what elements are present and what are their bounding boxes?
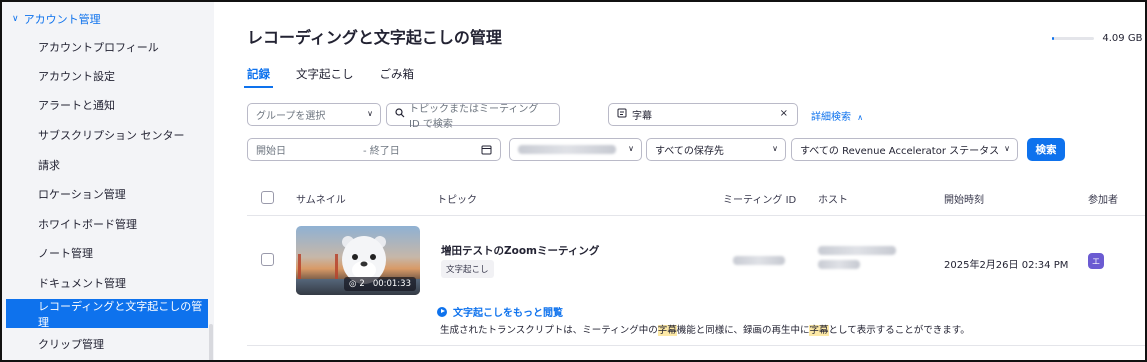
storage-select-value: すべての保存先: [655, 146, 724, 157]
sidebar-item-alerts[interactable]: アラートと通知: [2, 90, 208, 119]
group-select-value: グループを選択: [256, 111, 326, 122]
transcript-snippet: 生成されたトランスクリプトは、ミーティング中の字幕機能と同様に、録画の再生中に字…: [440, 322, 970, 336]
keyword-value: 字幕: [632, 111, 652, 122]
host-email-redacted: [818, 246, 896, 255]
column-header-thumbnail: サムネイル: [296, 195, 346, 206]
ra-status-value: すべての Revenue Accelerator ステータス: [800, 146, 1000, 157]
sidebar-item-document-management[interactable]: ドキュメント管理: [2, 268, 208, 297]
host-select-value-redacted: [518, 145, 616, 154]
column-header-topic: トピック: [437, 195, 477, 206]
date-range-input[interactable]: 開始日 - 終了日: [247, 138, 501, 161]
storage-bar: [1052, 37, 1095, 40]
storage-bar-fill: [1052, 37, 1055, 40]
storage-label: 4.09 GB /: [1102, 33, 1147, 44]
column-header-host: ホスト: [818, 195, 848, 206]
host-email-redacted-line2: [818, 260, 860, 269]
view-count: 2: [359, 279, 365, 289]
row-checkbox[interactable]: [261, 253, 274, 266]
group-select[interactable]: グループを選択 ∨: [247, 103, 381, 126]
table-header: サムネイル トピック ミーティング ID ホスト 開始時刻 参加者: [247, 178, 1145, 216]
app-frame: ∨ アカウント管理 アカウントプロフィール アカウント設定 アラートと通知 サブ…: [0, 0, 1147, 362]
sidebar-item-notes-management[interactable]: ノート管理: [2, 238, 208, 267]
keyword-input[interactable]: 字幕 ×: [608, 103, 798, 126]
start-time: 2025年2月26日 02:34 PM: [944, 260, 1069, 271]
page-title: レコーディングと文字起こしの管理: [247, 28, 502, 47]
chevron-down-icon: ∨: [1004, 144, 1010, 153]
sidebar: ∨ アカウント管理 アカウントプロフィール アカウント設定 アラートと通知 サブ…: [2, 2, 214, 360]
sidebar-item-recordings-transcripts[interactable]: レコーディングと文字起こしの管理: [6, 299, 208, 329]
search-icon: [395, 108, 405, 121]
sidebar-item-label: ホワイトボード管理: [38, 217, 137, 231]
sidebar-scrollbar[interactable]: [209, 324, 213, 360]
transcript-icon: [617, 108, 627, 121]
topic-title[interactable]: 増田テストのZoomミーティング: [441, 243, 599, 258]
sidebar-item-label: アカウントプロフィール: [38, 40, 159, 54]
search-placeholder: トピックまたはミーティング ID で検索: [409, 103, 539, 130]
thumbnail-stats: ◎ 2 00:01:33: [343, 277, 416, 291]
participant-avatar[interactable]: エ: [1088, 253, 1104, 269]
storage-usage: 4.09 GB /: [1052, 33, 1147, 44]
tab-transcripts[interactable]: 文字起こし: [296, 62, 354, 90]
close-icon[interactable]: ×: [780, 108, 788, 119]
chevron-down-icon: ∨: [772, 144, 778, 153]
sidebar-item-label: レコーディングと文字起こしの管理: [38, 299, 203, 329]
advanced-search-label: 詳細検索: [811, 112, 851, 123]
snippet-text: 機能と同様に、録画の再生中に: [676, 325, 810, 336]
search-input[interactable]: トピックまたはミーティング ID で検索: [386, 103, 560, 130]
end-date-placeholder: - 終了日: [363, 146, 400, 157]
sidebar-item-account-settings[interactable]: アカウント設定: [2, 61, 208, 90]
sidebar-item-label: 請求: [38, 158, 60, 172]
sidebar-section-account-management[interactable]: ∨ アカウント管理: [12, 11, 101, 27]
sidebar-item-clip-management[interactable]: クリップ管理: [2, 329, 208, 358]
select-all-checkbox[interactable]: [261, 191, 274, 204]
sidebar-item-billing[interactable]: 請求: [2, 150, 208, 179]
column-header-start-time: 開始時刻: [944, 195, 984, 206]
snippet-text: 生成されたトランスクリプトは、ミーティング中の: [440, 325, 658, 336]
chevron-up-icon: ∧: [857, 113, 864, 122]
sidebar-item-label: サブスクリプション センター: [38, 128, 185, 142]
view-more-transcript-label: 文字起こしをもっと閲覧: [453, 308, 563, 319]
sidebar-item-label: ロケーション管理: [38, 187, 126, 201]
revenue-accelerator-status-select[interactable]: すべての Revenue Accelerator ステータス ∨: [791, 138, 1018, 161]
sidebar-item-label: ノート管理: [38, 246, 93, 260]
duration: 00:01:33: [372, 279, 411, 289]
storage-location-select[interactable]: すべての保存先 ∨: [646, 138, 786, 161]
sidebar-item-label: ドキュメント管理: [38, 276, 126, 290]
eye-icon: ◎: [348, 279, 357, 289]
table-row[interactable]: ◎ 2 00:01:33 増田テストのZoomミーティング 文字起こし 2025…: [247, 216, 1145, 346]
tab-bar: 記録 文字起こし ごみ箱: [244, 62, 440, 90]
calendar-icon: [481, 144, 492, 158]
sidebar-item-location-management[interactable]: ロケーション管理: [2, 179, 208, 208]
snippet-text: として表示することができます。: [828, 325, 970, 336]
view-more-transcript-link[interactable]: 文字起こしをもっと閲覧: [437, 304, 563, 319]
column-header-meeting-id: ミーティング ID: [723, 195, 797, 206]
chevron-down-icon: ∨: [628, 144, 634, 153]
play-icon: [437, 306, 447, 317]
sidebar-item-account-profile[interactable]: アカウントプロフィール: [2, 32, 208, 61]
chevron-down-icon: ∨: [12, 14, 19, 24]
chevron-down-icon: ∨: [367, 109, 373, 118]
transcript-tag: 文字起こし: [441, 260, 494, 278]
column-header-participants: 参加者: [1088, 195, 1118, 206]
sidebar-section-label: アカウント管理: [23, 13, 101, 26]
meeting-id-redacted: [733, 256, 785, 265]
snippet-highlight: 字幕: [809, 325, 829, 336]
advanced-search-link[interactable]: 詳細検索 ∧: [811, 108, 863, 123]
sidebar-item-label: クリップ管理: [38, 337, 104, 351]
sidebar-item-whiteboard-management[interactable]: ホワイトボード管理: [2, 209, 208, 238]
sidebar-item-label: アラートと通知: [38, 98, 115, 112]
start-date-placeholder: 開始日: [256, 146, 286, 157]
sidebar-item-label: アカウント設定: [38, 69, 115, 83]
sidebar-item-subscription-center[interactable]: サブスクリプション センター: [2, 120, 208, 149]
search-button[interactable]: 検索: [1027, 138, 1065, 161]
tab-trash[interactable]: ごみ箱: [380, 62, 415, 90]
tab-recordings[interactable]: 記録: [244, 62, 273, 90]
main-content: レコーディングと文字起こしの管理 4.09 GB / 記録 文字起こし ごみ箱 …: [214, 2, 1147, 360]
host-select[interactable]: ∨: [509, 138, 642, 161]
snippet-highlight: 字幕: [657, 325, 677, 336]
recording-thumbnail[interactable]: ◎ 2 00:01:33: [296, 226, 420, 295]
